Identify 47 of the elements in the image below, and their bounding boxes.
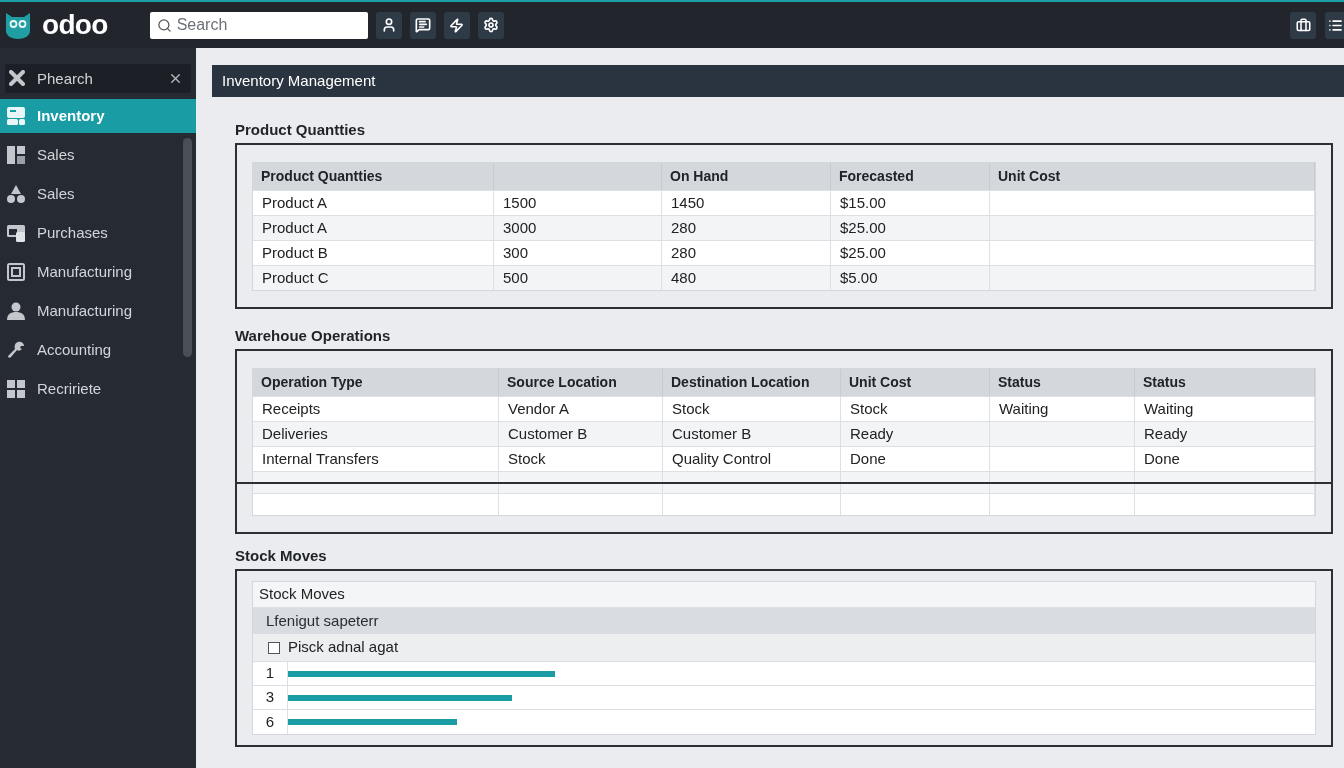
grid-icon	[7, 380, 25, 398]
sidebar-item[interactable]: Manufacturing	[0, 255, 182, 289]
sidebar-item[interactable]: Sales	[0, 177, 182, 211]
settings-icon	[482, 17, 499, 33]
briefcase-button[interactable]	[1290, 11, 1316, 39]
chat-button[interactable]	[409, 11, 436, 39]
table-cell: 500	[494, 266, 662, 290]
user-button[interactable]	[375, 11, 402, 39]
close-icon	[168, 71, 183, 86]
user-icon	[7, 302, 25, 320]
sidebar-search-field[interactable]: Phearch	[5, 64, 191, 93]
section-title: Product Quantties	[235, 122, 366, 138]
blocks-icon	[7, 146, 25, 164]
briefcase-icon	[1295, 17, 1311, 33]
search-icon	[156, 17, 172, 33]
cross-icon	[9, 70, 25, 86]
shapes-icon	[7, 185, 25, 203]
sidebar-item[interactable]: Recririete	[0, 372, 182, 406]
chat-icon	[414, 17, 431, 33]
panel-title: Stock Moves	[253, 582, 1315, 608]
brand-name: odoo	[42, 11, 108, 39]
sidebar-item[interactable]: Purchases	[0, 216, 182, 250]
table-cell: 480	[662, 266, 831, 290]
sidebar-item[interactable]: Accounting	[0, 333, 182, 367]
settings-button[interactable]	[477, 11, 504, 39]
list-button[interactable]	[1325, 11, 1344, 39]
search-field[interactable]: Search	[149, 11, 368, 39]
bolt-icon	[449, 17, 465, 33]
page-title: Inventory Management	[222, 70, 376, 91]
table-cell: Product C	[253, 266, 494, 290]
table-cell: $5.00	[831, 266, 990, 290]
checkbox-label: Pisck adnal agat	[288, 637, 399, 658]
close-button[interactable]	[168, 71, 183, 86]
section-title: Stock Moves	[235, 548, 328, 564]
window-icon	[7, 224, 25, 242]
sidebar-item[interactable]: Sales	[0, 138, 182, 172]
screen-icon	[7, 263, 25, 281]
checkbox[interactable]	[268, 641, 280, 654]
bolt-button[interactable]	[443, 11, 470, 39]
list-icon	[1328, 17, 1343, 33]
scrollbar-thumb[interactable]	[183, 138, 192, 357]
panel-subheader: Lfenigut sapeterr	[253, 608, 1315, 634]
owl-logo-icon	[5, 11, 31, 39]
wrench-icon	[7, 341, 25, 359]
sidebar-item[interactable]: Manufacturing	[0, 294, 182, 328]
form-icon	[7, 107, 25, 125]
section-title: Warehoue Operations	[235, 328, 392, 344]
